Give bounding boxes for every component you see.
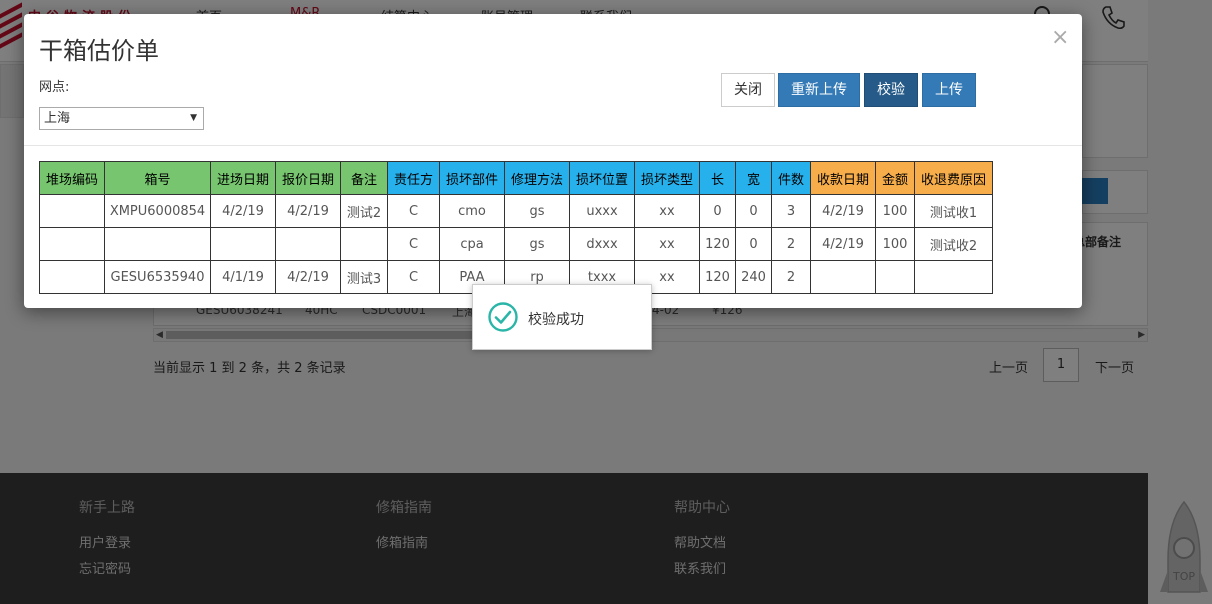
col-quote-date: 报价日期 — [275, 161, 341, 195]
table-cell: 3 — [771, 194, 811, 228]
estimate-table-body: XMPU6000854 4/2/19 4/2/19 测试2 Ccmo gs uxxx xx 0 0… — [39, 194, 993, 294]
table-row: XMPU6000854 4/2/19 4/2/19 测试2 Ccmo gs uxxx xx 0 0… — [39, 194, 993, 228]
table-cell: xx — [634, 227, 700, 261]
col-payment-date: 收款日期 — [810, 161, 876, 195]
table-cell: GESU6535940 — [104, 260, 211, 294]
table-cell: 0 — [735, 227, 772, 261]
col-refund-reason: 收退费原因 — [914, 161, 993, 195]
table-cell — [39, 194, 105, 228]
table-cell — [875, 260, 915, 294]
table-cell: xx — [634, 194, 700, 228]
table-cell: 100 — [875, 194, 915, 228]
col-amount: 金额 — [875, 161, 915, 195]
table-cell: gs — [504, 194, 570, 228]
table-cell — [810, 260, 876, 294]
table-cell — [914, 260, 993, 294]
close-icon[interactable]: × — [1051, 26, 1069, 50]
reupload-button[interactable]: 重新上传 — [778, 73, 860, 107]
modal-divider — [24, 145, 1082, 146]
site-label: 网点: — [39, 80, 70, 95]
table-cell: XMPU6000854 — [104, 194, 211, 228]
col-length: 长 — [699, 161, 736, 195]
col-damage-type: 损坏类型 — [634, 161, 700, 195]
check-circle-icon — [488, 302, 518, 332]
close-button[interactable]: 关闭 — [721, 73, 775, 107]
col-width: 宽 — [735, 161, 772, 195]
table-cell: 4/1/19 — [210, 260, 276, 294]
table-cell: 2 — [771, 260, 811, 294]
toast-message: 校验成功 — [528, 312, 584, 328]
table-cell — [104, 227, 211, 261]
table-cell: 0 — [699, 194, 736, 228]
col-entry-date: 进场日期 — [210, 161, 276, 195]
table-cell: C — [387, 227, 440, 261]
caret-down-icon: ▼ — [190, 113, 197, 123]
table-cell: 4/2/19 — [810, 194, 876, 228]
table-cell: cmo — [439, 194, 505, 228]
col-damage-location: 损坏位置 — [569, 161, 635, 195]
col-pieces: 件数 — [771, 161, 811, 195]
table-cell: cpa — [439, 227, 505, 261]
table-cell: uxxx — [569, 194, 635, 228]
table-cell: 2 — [771, 227, 811, 261]
site-select[interactable]: 上海 ▼ — [39, 107, 204, 130]
estimate-modal: 干箱估价单 × 网点: 上海 ▼ 关闭 重新上传 校验 上传 堆场编码 箱号 进… — [24, 14, 1082, 308]
col-repair-method: 修理方法 — [504, 161, 570, 195]
estimate-table: 堆场编码 箱号 进场日期 报价日期 备注 责任方 损坏部件 修理方法 损坏位置 … — [39, 161, 993, 294]
table-cell: 100 — [875, 227, 915, 261]
col-container-no: 箱号 — [104, 161, 211, 195]
table-cell: 4/2/19 — [210, 194, 276, 228]
check-button[interactable]: 校验 — [864, 73, 918, 107]
table-cell: 120 — [699, 227, 736, 261]
col-remark: 备注 — [340, 161, 388, 195]
modal-title: 干箱估价单 — [39, 37, 159, 65]
table-cell — [39, 227, 105, 261]
upload-button[interactable]: 上传 — [922, 73, 976, 107]
table-cell: 测试收1 — [914, 194, 993, 228]
table-cell: 测试2 — [340, 194, 388, 228]
table-cell: 4/2/19 — [275, 194, 341, 228]
table-cell: C — [387, 260, 440, 294]
table-cell: gs — [504, 227, 570, 261]
success-toast: 校验成功 — [472, 284, 652, 350]
table-cell: 120 — [699, 260, 736, 294]
col-yard-code: 堆场编码 — [39, 161, 105, 195]
table-cell: C — [387, 194, 440, 228]
table-cell: 4/2/19 — [810, 227, 876, 261]
table-cell: 240 — [735, 260, 772, 294]
table-cell: 4/2/19 — [275, 260, 341, 294]
table-row: Ccpa gs dxxx xx 120 0 2 4/2/19 100 测试收2 — [39, 227, 993, 261]
table-header-row: 堆场编码 箱号 进场日期 报价日期 备注 责任方 损坏部件 修理方法 损坏位置 … — [39, 161, 993, 195]
table-cell — [275, 227, 341, 261]
table-cell — [39, 260, 105, 294]
col-damaged-part: 损坏部件 — [439, 161, 505, 195]
table-cell: 测试3 — [340, 260, 388, 294]
table-cell: dxxx — [569, 227, 635, 261]
table-cell — [210, 227, 276, 261]
table-cell — [340, 227, 388, 261]
table-cell: 0 — [735, 194, 772, 228]
table-cell: 测试收2 — [914, 227, 993, 261]
col-responsible: 责任方 — [387, 161, 440, 195]
site-select-value: 上海 — [44, 111, 71, 126]
